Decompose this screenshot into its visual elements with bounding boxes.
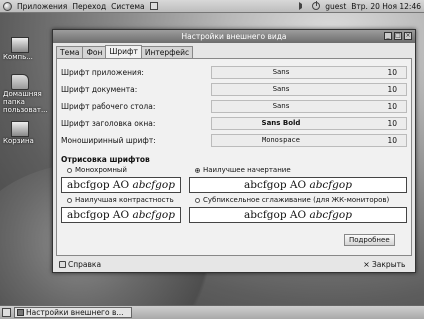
font-size: 10 — [387, 118, 397, 128]
radio-best-shapes[interactable]: Наилучшее начертание — [195, 166, 291, 174]
sample-text: abcfgop AO — [67, 209, 133, 221]
sample-subpixel[interactable]: abcfgop AO abcfgop — [189, 207, 407, 223]
radio-indicator[interactable] — [67, 167, 72, 173]
font-name: Monospace — [262, 136, 300, 144]
details-button[interactable]: Подробнее — [344, 234, 395, 246]
font-row-label: Шрифт документа: — [61, 84, 138, 94]
radio-label: Наилучшая контрастность — [75, 196, 174, 204]
tab-fonts[interactable]: Шрифт — [105, 45, 142, 58]
font-row-monospace: Моноширинный шрифт: Monospace 10 — [61, 133, 407, 147]
close-button[interactable]: × Закрыть — [363, 258, 405, 271]
appearance-preferences-window: Настройки внешнего вида _ □ × Тема Фон Ш… — [52, 29, 416, 273]
username[interactable]: guest — [325, 2, 346, 11]
sample-text: abcfgop AO — [244, 179, 310, 191]
radio-label: Наилучшее начертание — [203, 166, 291, 174]
font-row-window-title: Шрифт заголовка окна: Sans Bold 10 — [61, 116, 407, 130]
radio-label: Монохромный — [75, 166, 127, 174]
tab-background[interactable]: Фон — [82, 46, 107, 58]
font-row-label: Шрифт рабочего стола: — [61, 101, 156, 111]
maximize-icon[interactable]: □ — [394, 32, 402, 40]
sample-text-italic: abcfgop — [132, 209, 175, 221]
window-titlebar[interactable]: Настройки внешнего вида _ □ × — [53, 30, 415, 43]
sample-best-contrast[interactable]: abcfgop AO abcfgop — [61, 207, 181, 223]
clock[interactable]: Втр. 20 Ноя 12:46 — [351, 2, 421, 11]
help-button[interactable]: Справка — [59, 258, 101, 271]
sample-text-italic: abcfgop — [309, 179, 352, 191]
help-button-label: Справка — [68, 260, 102, 269]
radio-indicator[interactable] — [195, 197, 200, 203]
sample-text-italic: abcfgop — [309, 209, 352, 221]
desktop-icon-label: Компь... — [3, 53, 33, 61]
font-name: Sans — [272, 68, 290, 76]
home-folder-icon — [11, 74, 29, 90]
font-size: 10 — [387, 135, 397, 145]
sample-text: abcfgop AO — [67, 179, 133, 191]
desktop-icon-computer[interactable]: Компь... — [3, 37, 51, 61]
sample-text: abcfgop AO — [244, 209, 310, 221]
taskbar-item-label: Настройки внешнего в... — [26, 308, 124, 317]
font-name: Sans — [272, 102, 290, 110]
computer-icon — [11, 37, 29, 53]
font-row-label: Шрифт приложения: — [61, 67, 144, 77]
tab-bar: Тема Фон Шрифт Интерфейс — [56, 45, 194, 58]
main-menu-icon[interactable] — [3, 1, 12, 11]
close-button-label: Закрыть — [372, 260, 406, 269]
rendering-section-title: Отрисовка шрифтов — [61, 155, 150, 164]
font-name: Sans Bold — [261, 119, 301, 127]
top-panel: Приложения Переход Система guest Втр. 20… — [0, 0, 424, 13]
close-icon: × — [363, 260, 370, 269]
power-icon[interactable] — [312, 1, 321, 10]
help-icon — [59, 261, 66, 268]
sample-best-shapes[interactable]: abcfgop AO abcfgop — [189, 177, 407, 193]
desktop-icon-trash[interactable]: Корзина — [3, 121, 51, 145]
radio-indicator[interactable] — [195, 167, 200, 173]
show-desktop-icon[interactable] — [2, 308, 11, 317]
sample-text-italic: abcfgop — [132, 179, 175, 191]
font-size: 10 — [387, 67, 397, 77]
desktop-icon-home[interactable]: Домашняя папка пользоват... — [3, 74, 51, 114]
menu-applications[interactable]: Приложения — [17, 2, 67, 11]
radio-monochrome[interactable]: Монохромный — [67, 166, 127, 174]
window-close-icon[interactable]: × — [404, 32, 412, 40]
launcher-icon[interactable] — [149, 2, 158, 10]
trash-icon — [11, 121, 29, 137]
window-title: Настройки внешнего вида — [181, 32, 287, 41]
minimize-icon[interactable]: _ — [384, 32, 392, 40]
tab-interface[interactable]: Интерфейс — [140, 46, 194, 58]
desktop-icon-label: Домашняя папка пользоват... — [3, 90, 48, 114]
font-row-label: Шрифт заголовка окна: — [61, 118, 156, 128]
radio-indicator[interactable] — [67, 197, 72, 203]
volume-icon[interactable] — [299, 2, 307, 10]
font-row-application: Шрифт приложения: Sans 10 — [61, 65, 407, 79]
radio-best-contrast[interactable]: Наилучшая контрастность — [67, 196, 174, 204]
sample-monochrome[interactable]: abcfgop AO abcfgop — [61, 177, 181, 193]
fonts-tab-panel: Шрифт приложения: Sans 10 Шрифт документ… — [56, 58, 412, 256]
font-size: 10 — [387, 84, 397, 94]
radio-label: Субпиксельное сглаживание (для ЖК-монито… — [203, 196, 390, 204]
tab-theme[interactable]: Тема — [56, 46, 84, 58]
taskbar-item-appearance[interactable]: Настройки внешнего в... — [14, 307, 132, 318]
font-row-document: Шрифт документа: Sans 10 — [61, 82, 407, 96]
font-row-label: Моноширинный шрифт: — [61, 135, 156, 145]
font-name: Sans — [272, 85, 290, 93]
menu-system[interactable]: Система — [111, 2, 144, 11]
menu-places[interactable]: Переход — [72, 2, 106, 11]
app-icon — [17, 309, 24, 316]
bottom-panel: Настройки внешнего в... — [0, 305, 424, 319]
font-size: 10 — [387, 101, 397, 111]
desktop-icon-label: Корзина — [3, 137, 34, 145]
radio-subpixel[interactable]: Субпиксельное сглаживание (для ЖК-монито… — [195, 196, 389, 204]
font-row-desktop: Шрифт рабочего стола: Sans 10 — [61, 99, 407, 113]
